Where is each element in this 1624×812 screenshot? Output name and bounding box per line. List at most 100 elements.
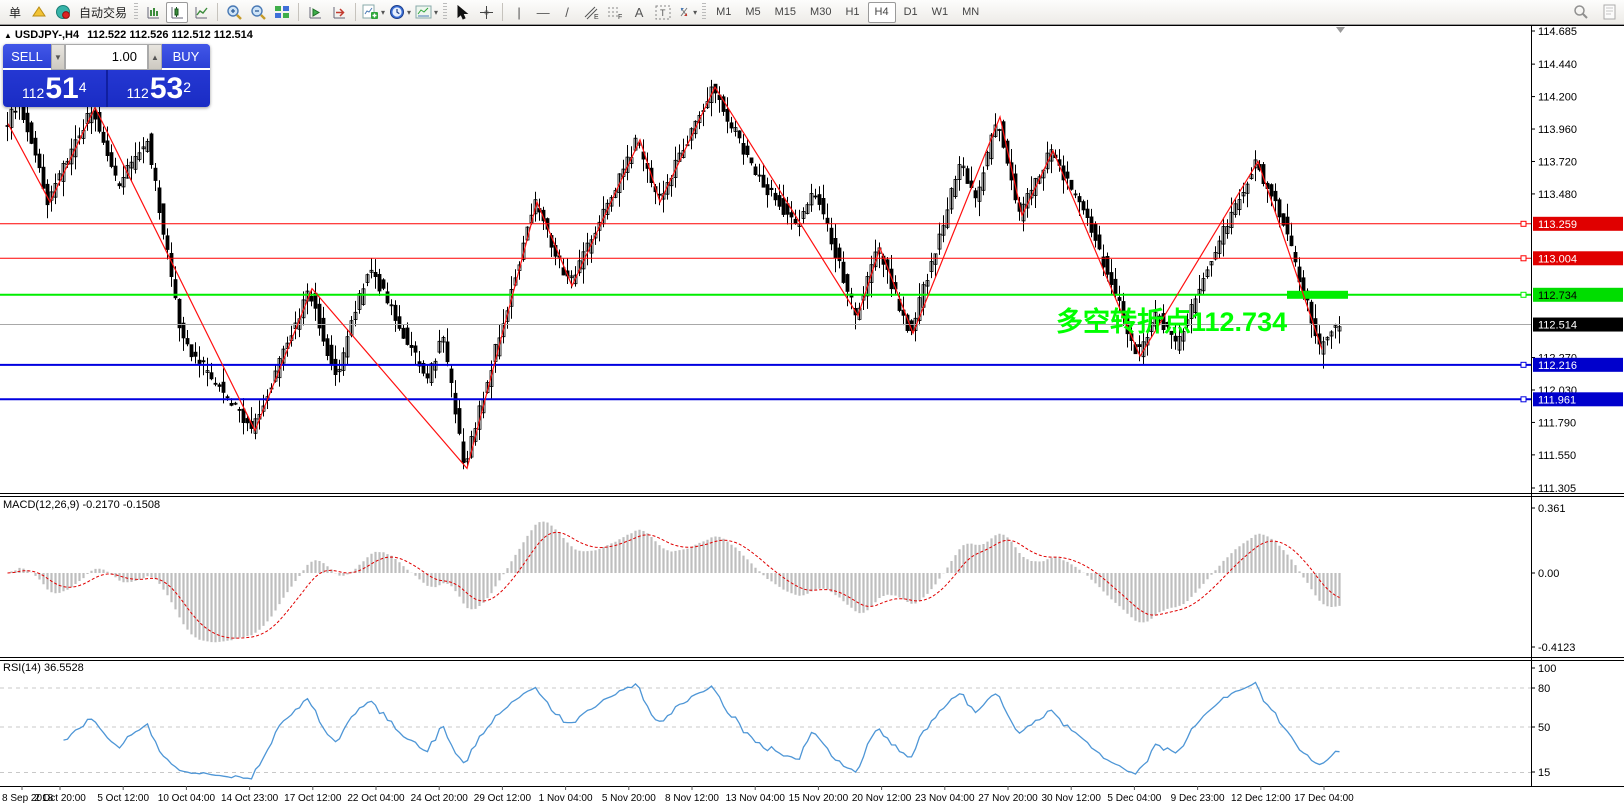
help-page-icon[interactable] [1598,2,1620,23]
svg-text:10 Oct 04:00: 10 Oct 04:00 [158,793,216,804]
text-tool[interactable]: A [628,2,650,23]
trendline-tool[interactable]: / [556,2,578,23]
separator [355,3,357,21]
svg-text:113.480: 113.480 [1538,189,1577,201]
svg-text:100: 100 [1538,663,1556,675]
autotrading-icon[interactable] [52,2,74,23]
svg-text:22 Oct 04:00: 22 Oct 04:00 [347,793,405,804]
fibonacci-tool[interactable]: F [604,2,626,23]
cursor-icon[interactable] [451,2,473,23]
tab-m30[interactable]: M30 [804,2,837,23]
svg-text:30 Nov 12:00: 30 Nov 12:00 [1041,793,1101,804]
svg-text:80: 80 [1538,683,1550,695]
tab-h4[interactable]: H4 [867,1,896,23]
volume-input[interactable]: 1.00 [65,44,148,70]
svg-text:112.734: 112.734 [1538,290,1577,302]
svg-text:29 Oct 12:00: 29 Oct 12:00 [474,793,532,804]
svg-text:113.259: 113.259 [1538,219,1577,231]
svg-text:12 Dec 12:00: 12 Dec 12:00 [1231,793,1291,804]
buy-price-big-figure: 112 [126,85,149,101]
separator [217,3,219,21]
tab-mn[interactable]: MN [956,2,985,23]
svg-text:5 Dec 04:00: 5 Dec 04:00 [1107,793,1161,804]
svg-text:111.550: 111.550 [1538,450,1576,462]
svg-text:1 Nov 04:00: 1 Nov 04:00 [539,793,593,804]
rsi-indicator-label: RSI(14) 36.5528 [3,662,84,674]
tab-w1[interactable]: W1 [926,2,955,23]
buy-price-pips: 53 [149,72,184,105]
zigzag-line[interactable] [7,85,1323,470]
tab-m15[interactable]: M15 [769,2,802,23]
svg-text:9 Dec 23:00: 9 Dec 23:00 [1171,793,1225,804]
vertical-line-tool[interactable]: | [508,2,530,23]
svg-text:0.361: 0.361 [1538,503,1566,515]
sell-price-pips: 51 [45,72,79,105]
svg-text:111.305: 111.305 [1538,483,1576,495]
buy-button[interactable]: BUY [162,44,210,70]
separator [502,3,504,21]
svg-text:111.790: 111.790 [1538,417,1576,429]
sell-price-big-figure: 112 [22,85,45,101]
svg-text:112.514: 112.514 [1538,320,1577,332]
one-click-trading-panel: SELL ▼ 1.00 ▲ BUY 112 51 4 112 53 2 [3,44,210,107]
svg-text:13 Nov 04:00: 13 Nov 04:00 [725,793,785,804]
indicators-icon[interactable]: ▾ [361,2,386,23]
horizontal-line-tool[interactable]: — [532,2,554,23]
sell-price[interactable]: 112 51 4 [3,70,108,107]
tab-m1[interactable]: M1 [710,2,737,23]
svg-text:17 Dec 04:00: 17 Dec 04:00 [1294,793,1354,804]
chart-shift-marker[interactable] [1336,27,1345,33]
buy-price[interactable]: 112 53 2 [108,70,211,107]
crosshair-icon[interactable] [475,2,497,23]
templates-icon[interactable]: ▾ [414,2,439,23]
macd-panel [7,521,1341,643]
sell-button[interactable]: SELL [3,44,51,70]
mt4-window: 单 自动交易 ▾ ▾ ▾ | — / E F A T ▾ M1 M5 M15 M… [0,0,1624,812]
tab-m5[interactable]: M5 [739,2,766,23]
auto-scroll-icon[interactable] [304,2,326,23]
svg-text:24 Oct 20:00: 24 Oct 20:00 [411,793,469,804]
chevron-down-icon: ▾ [407,7,412,17]
autotrading-label[interactable]: 自动交易 [76,4,130,21]
zoom-out-icon[interactable] [247,2,269,23]
svg-text:23 Nov 04:00: 23 Nov 04:00 [915,793,975,804]
line-chart-icon[interactable] [190,2,212,23]
chart-canvas[interactable]: 114.685 114.440 114.200 113.960 113.720 113.4… [0,0,1624,812]
time-axis[interactable]: 8 Sep 20182 Oct 20:00 5 Oct 12:00 10 Oct 0… [2,786,1354,804]
svg-text:T: T [660,8,666,18]
svg-text:15: 15 [1538,767,1550,779]
horizontal-level-lines[interactable]: 113.259 113.004 112.734 112.514 112.216 111.9… [0,216,1623,407]
candlestick-chart-icon[interactable] [166,1,189,23]
svg-text:112.216: 112.216 [1538,360,1577,372]
expand-marker-icon[interactable]: ▲ [4,31,12,40]
volume-increase-button[interactable]: ▲ [148,44,162,70]
svg-text:2 Oct 20:00: 2 Oct 20:00 [34,793,86,804]
tile-windows-icon[interactable] [271,2,293,23]
chart-title: ▲ USDJPY-,H4 112.522 112.526 112.512 112.5… [4,29,253,41]
zoom-in-icon[interactable] [223,2,245,23]
bar-chart-icon[interactable] [142,2,164,23]
chart-shift-icon[interactable] [328,2,350,23]
volume-decrease-button[interactable]: ▼ [51,44,65,70]
svg-text:17 Oct 12:00: 17 Oct 12:00 [284,793,342,804]
macd-indicator-label: MACD(12,26,9) -0.2170 -0.1508 [3,499,161,511]
svg-text:8 Nov 12:00: 8 Nov 12:00 [665,793,719,804]
equidistant-channel-tool[interactable]: E [580,2,602,23]
toolbar-grip [134,3,139,21]
svg-text:0.00: 0.00 [1538,568,1559,580]
svg-text:15 Nov 20:00: 15 Nov 20:00 [789,793,849,804]
svg-text:E: E [594,14,599,20]
tab-h1[interactable]: H1 [839,2,865,23]
periods-icon[interactable]: ▾ [388,2,412,23]
tab-d1[interactable]: D1 [898,2,924,23]
svg-text:-0.4123: -0.4123 [1538,642,1575,654]
new-order-button[interactable]: 单 [4,2,26,23]
svg-text:20 Nov 12:00: 20 Nov 12:00 [852,793,912,804]
text-label-tool[interactable]: T [652,2,674,23]
toolbar: 单 自动交易 ▾ ▾ ▾ | — / E F A T ▾ M1 M5 M15 M… [0,0,1624,25]
svg-text:111.961: 111.961 [1538,394,1576,406]
search-icon[interactable] [1570,2,1592,23]
ohlc-values: 112.522 112.526 112.512 112.514 [87,29,253,41]
arrows-tool[interactable]: ▾ [676,2,698,23]
new-order-icon[interactable] [28,2,50,23]
